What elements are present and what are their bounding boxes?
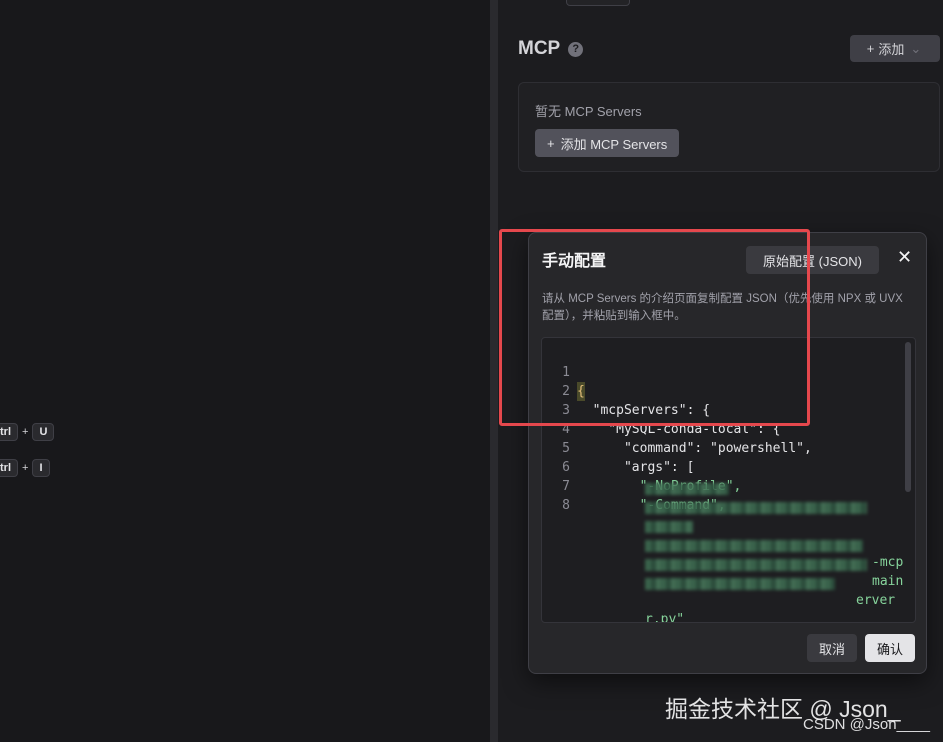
shortcut-row-u: trl + U — [0, 423, 55, 441]
add-mcp-servers-button[interactable]: + 添加 MCP Servers — [535, 129, 680, 157]
add-mcp-dropdown-button[interactable]: + 添加 ⌄ — [850, 35, 940, 62]
code-line: erver — [542, 572, 895, 608]
close-icon[interactable]: ✕ — [897, 247, 912, 268]
watermark-csdn: CSDN @Json____ — [803, 716, 930, 733]
code-line: 8 — [542, 477, 589, 513]
code-line: 6 "-NoProfile", — [542, 439, 741, 494]
mcp-empty-card: 暂无 MCP Servers + 添加 MCP Servers — [518, 82, 940, 172]
code-line: -mcp — [542, 534, 903, 570]
plus-sign: + — [22, 462, 29, 474]
code-text: "args": [ — [577, 460, 695, 475]
top-partial-button[interactable] — [566, 0, 630, 6]
code-text: "command": "powershell", — [577, 441, 812, 456]
u-key: U — [32, 423, 55, 441]
redacted-text — [645, 521, 693, 533]
shortcut-row-i: trl + I — [0, 459, 50, 477]
left-pane: trl + U trl + I — [0, 0, 490, 742]
code-line: r.py" — [542, 591, 684, 622]
mcp-title-text: MCP — [518, 38, 561, 59]
code-text: main — [872, 574, 904, 589]
chevron-down-icon: ⌄ — [910, 40, 922, 56]
code-line: 7 "-Command", — [542, 458, 726, 513]
redacted-text — [645, 559, 867, 571]
help-icon[interactable]: ? — [568, 41, 584, 57]
redacted-text — [645, 540, 863, 552]
code-line: main — [542, 553, 903, 589]
redacted-text — [645, 502, 867, 514]
empty-state-text: 暂无 MCP Servers — [535, 104, 642, 119]
add-servers-label: 添加 MCP Servers — [560, 136, 668, 152]
annotation-highlight-box — [499, 229, 810, 426]
code-text: r.py" — [645, 612, 685, 623]
redacted-text — [645, 483, 729, 495]
pane-divider[interactable] — [490, 0, 498, 742]
add-label: 添加 — [878, 42, 905, 57]
code-text: erver — [856, 593, 896, 608]
code-line: 9 ] — [542, 610, 589, 622]
redacted-text — [645, 578, 835, 590]
mcp-section-title: MCP ? — [518, 38, 584, 60]
ctrl-key: trl — [0, 459, 18, 477]
confirm-button[interactable]: 确认 — [865, 634, 915, 662]
code-text: -mcp — [872, 555, 904, 570]
cancel-button[interactable]: 取消 — [807, 634, 857, 662]
editor-scrollbar[interactable] — [905, 342, 911, 492]
ctrl-key: trl — [0, 423, 18, 441]
i-key: I — [32, 459, 50, 477]
plus-icon: + — [547, 135, 555, 151]
plus-icon: + — [866, 41, 875, 56]
line-number: 8 — [562, 498, 570, 513]
plus-sign: + — [22, 426, 29, 438]
